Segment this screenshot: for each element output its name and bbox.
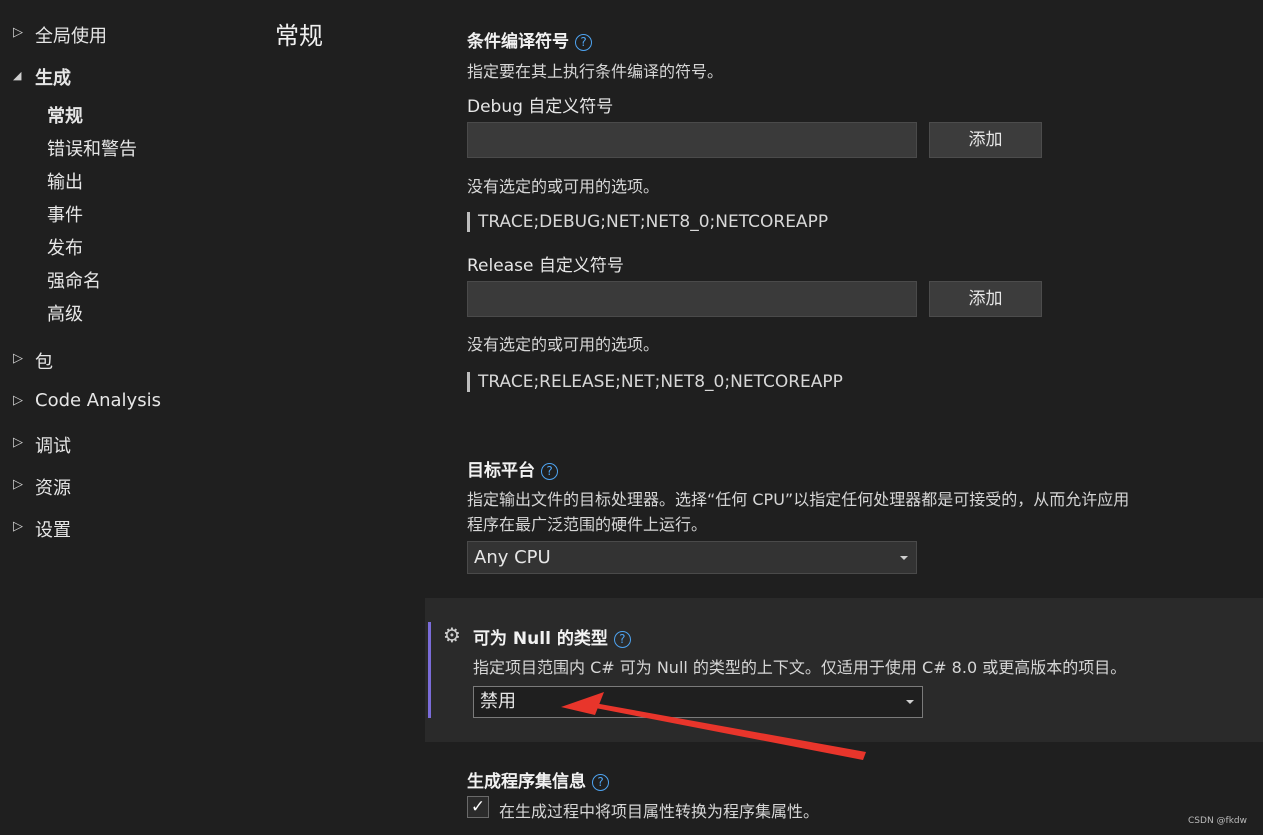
sidebar-item-settings[interactable]: ▷ 设置: [13, 516, 71, 542]
sidebar-item-label: 事件: [47, 205, 83, 226]
gear-icon[interactable]: ⚙: [443, 623, 461, 647]
section-title-text: 条件编译符号: [467, 32, 569, 52]
release-symbols-label: Release 自定义符号: [467, 256, 624, 276]
help-icon[interactable]: ?: [613, 631, 631, 648]
assembly-info-checkbox[interactable]: ✓: [467, 796, 489, 818]
button-label: 添加: [968, 130, 1003, 150]
sidebar-item-label: 输出: [47, 172, 83, 193]
dropdown-value: 禁用: [480, 691, 516, 712]
section-title-text: 生成程序集信息: [467, 772, 586, 792]
debug-empty-text: 没有选定的或可用的选项。: [467, 177, 660, 196]
sidebar-item-output[interactable]: 输出: [47, 168, 83, 194]
section-title-target-platform: 目标平台?: [467, 456, 558, 481]
sidebar-item-label: 错误和警告: [47, 139, 137, 160]
section-title-nullable: 可为 Null 的类型?: [473, 624, 631, 649]
expand-icon[interactable]: ▷: [13, 351, 23, 366]
sidebar-item-publish[interactable]: 发布: [47, 234, 83, 260]
debug-symbols-list: TRACE;DEBUG;NET;NET8_0;NETCOREAPP: [467, 212, 828, 232]
help-icon[interactable]: ?: [575, 34, 592, 51]
platform-dropdown[interactable]: Any CPU: [467, 541, 917, 574]
sidebar-item-label: 资源: [35, 478, 71, 499]
expand-icon[interactable]: ▷: [13, 25, 23, 40]
expand-icon[interactable]: ▷: [13, 477, 23, 492]
release-symbols-list: TRACE;RELEASE;NET;NET8_0;NETCOREAPP: [467, 372, 843, 392]
collapse-icon[interactable]: ◢: [13, 69, 21, 82]
release-symbols-input[interactable]: [467, 281, 917, 317]
expand-icon[interactable]: ▷: [13, 393, 23, 408]
debug-symbols-label: Debug 自定义符号: [467, 97, 614, 117]
sidebar-item-label: 包: [35, 352, 53, 373]
section-title-text: 目标平台: [467, 461, 535, 481]
debug-symbols-input[interactable]: [467, 122, 917, 158]
debug-add-button[interactable]: 添加: [929, 122, 1042, 158]
sidebar-item-strong-naming[interactable]: 强命名: [47, 267, 101, 293]
platform-description-line1: 指定输出文件的目标处理器。选择“任何 CPU”以指定任何处理器都是可接受的，从而…: [467, 490, 1130, 509]
sidebar-item-label: 强命名: [47, 271, 101, 292]
sidebar-item-general[interactable]: 常规: [47, 102, 83, 128]
help-icon[interactable]: ?: [592, 774, 609, 791]
sidebar-item-global-usings[interactable]: ▷ 全局使用: [13, 22, 107, 48]
release-add-button[interactable]: 添加: [929, 281, 1042, 317]
platform-description-line2: 程序在最广泛范围的硬件上运行。: [467, 515, 708, 534]
assembly-info-checkbox-label[interactable]: 在生成过程中将项目属性转换为程序集属性。: [499, 798, 819, 822]
sidebar-item-label: 调试: [35, 436, 71, 457]
sidebar-item-label: 常规: [47, 106, 83, 127]
nullable-description: 指定项目范围内 C# 可为 Null 的类型的上下文。仅适用于使用 C# 8.0…: [473, 658, 1127, 677]
sidebar-item-package[interactable]: ▷ 包: [13, 348, 53, 374]
sidebar-item-advanced[interactable]: 高级: [47, 300, 83, 326]
section-title-assembly-info: 生成程序集信息?: [467, 767, 609, 792]
chevron-down-icon: [900, 555, 908, 560]
sidebar-item-label: Code Analysis: [35, 390, 161, 411]
sidebar-item-code-analysis[interactable]: ▷ Code Analysis: [13, 390, 161, 411]
release-empty-text: 没有选定的或可用的选项。: [467, 335, 660, 354]
section-title-text: 可为 Null 的类型: [473, 629, 608, 649]
page-title: 常规: [275, 22, 323, 50]
expand-icon[interactable]: ▷: [13, 435, 23, 450]
sidebar-item-label: 发布: [47, 238, 83, 259]
watermark: CSDN @fkdw: [1188, 816, 1247, 826]
button-label: 添加: [968, 289, 1003, 309]
sidebar-item-label: 设置: [35, 520, 71, 541]
sidebar-item-label: 全局使用: [35, 26, 107, 47]
chevron-down-icon: [906, 700, 914, 704]
sidebar-item-label: 生成: [35, 68, 71, 89]
sidebar-item-label: 高级: [47, 304, 83, 325]
expand-icon[interactable]: ▷: [13, 519, 23, 534]
sidebar-item-debug[interactable]: ▷ 调试: [13, 432, 71, 458]
section-description: 指定要在其上执行条件编译的符号。: [467, 62, 724, 81]
modified-accent-bar: [428, 622, 431, 718]
dropdown-value: Any CPU: [474, 547, 551, 568]
sidebar-item-resources[interactable]: ▷ 资源: [13, 474, 71, 500]
sidebar-item-errors-warnings[interactable]: 错误和警告: [47, 135, 137, 161]
section-title-conditional-symbols: 条件编译符号?: [467, 27, 592, 52]
nullable-dropdown[interactable]: 禁用: [473, 686, 923, 718]
help-icon[interactable]: ?: [541, 463, 558, 480]
sidebar-item-build[interactable]: ◢ 生成: [13, 64, 71, 90]
sidebar-item-events[interactable]: 事件: [47, 201, 83, 227]
